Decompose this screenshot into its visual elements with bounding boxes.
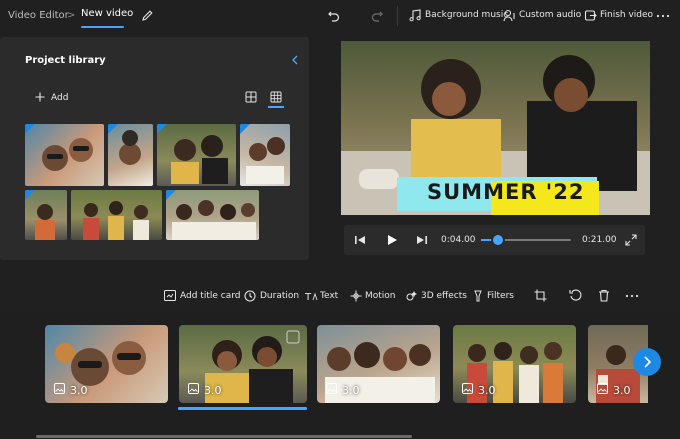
breadcrumb-root[interactable]: Video Editor [8,10,69,21]
project-name[interactable]: New video [81,8,133,19]
title-card-icon [164,290,176,301]
library-thumbnail[interactable] [240,124,290,186]
clip-duration-label: 3.0 [478,383,496,397]
in-use-marker [108,124,118,134]
large-grid-icon[interactable] [245,91,257,103]
library-thumbnail[interactable] [166,190,259,240]
next-frame-icon[interactable] [416,234,428,246]
music-icon [409,9,421,22]
clip-duration-label: 3.0 [204,383,222,397]
add-media-button[interactable]: Add [51,93,68,103]
total-time: 0:21.00 [582,235,617,245]
project-library-panel: Project library Add [0,37,309,260]
filters-icon [472,290,484,302]
add-title-card-button[interactable]: Add title card [180,291,240,301]
library-thumbnail[interactable] [25,124,104,186]
library-thumbnail[interactable] [108,124,153,186]
title-card-text: SUMMER '22 [427,180,585,204]
clock-icon [244,290,256,302]
breadcrumb-separator: > [67,10,76,21]
in-use-marker [240,124,250,134]
library-thumbnail[interactable] [71,190,162,240]
image-icon [462,383,473,397]
motion-icon [350,290,362,302]
library-title: Project library [25,55,106,66]
export-icon [584,9,597,22]
crop-icon[interactable] [534,289,547,302]
storyboard-clip[interactable]: 3.0 [45,325,168,403]
selected-clip-indicator [178,407,307,410]
clip-duration: 3.0 [54,383,88,397]
image-icon [54,383,65,397]
clip-duration: 3.0 [462,383,496,397]
scroll-next-button[interactable] [633,348,661,376]
seek-thumb[interactable] [493,235,504,245]
more-options-icon[interactable] [656,10,670,22]
storyboard-toolbar: Add title card Duration T Text Motion 3D… [0,282,680,310]
clip-duration-label: 3.0 [70,383,88,397]
library-thumbnail[interactable] [157,124,236,186]
fullscreen-icon[interactable] [625,234,637,246]
small-grid-icon[interactable] [270,91,282,103]
in-use-marker [25,190,35,200]
text-button[interactable]: Text [320,291,338,301]
3d-effects-icon [406,290,419,302]
toolbar-divider [397,6,398,26]
3d-effects-button[interactable]: 3D effects [421,291,467,301]
view-mode-indicator [268,106,284,108]
video-preview[interactable]: SUMMER '22 [341,41,650,215]
chevron-right-icon [642,353,652,372]
svg-text:T: T [305,292,312,302]
storyboard-scrollbar[interactable] [36,435,412,438]
seek-bar[interactable] [481,235,571,245]
clip-duration-label: 3.0 [342,383,360,397]
top-bar: Video Editor > New video Background musi… [0,0,680,34]
rotate-icon[interactable] [569,289,582,302]
custom-audio-icon [503,9,516,22]
motion-button[interactable]: Motion [365,291,396,301]
in-use-marker [166,190,176,200]
background-music-button[interactable]: Background music [425,10,508,20]
redo-icon[interactable] [370,9,384,23]
storyboard: 3.0 3.0 3.0 3.0 3.0 [0,313,680,439]
undo-icon[interactable] [327,9,341,23]
project-tab-indicator [81,26,124,28]
filters-button[interactable]: Filters [487,291,514,301]
library-thumbnail[interactable] [25,190,67,240]
previous-frame-icon[interactable] [354,234,366,246]
clip-duration: 3.0 [597,383,631,397]
storyboard-clip[interactable]: 3.0 [317,325,440,403]
pencil-icon[interactable] [141,9,154,22]
image-icon [597,383,608,397]
text-icon: T [305,290,318,302]
add-icon [35,92,45,102]
play-icon[interactable] [386,234,398,246]
custom-audio-button[interactable]: Custom audio [519,10,581,20]
collapse-chevron-icon[interactable] [291,55,299,65]
image-icon [188,383,199,397]
storyboard-clip-selected[interactable]: 3.0 [179,325,307,403]
duration-button[interactable]: Duration [260,291,299,301]
clip-duration-label: 3.0 [613,383,631,397]
image-icon [326,383,337,397]
clip-duration: 3.0 [326,383,360,397]
clip-duration: 3.0 [188,383,222,397]
storyboard-clip[interactable]: 3.0 [453,325,576,403]
delete-icon[interactable] [598,289,610,302]
finish-video-button[interactable]: Finish video [600,10,653,20]
current-time: 0:04.00 [441,235,476,245]
in-use-marker [157,124,167,134]
playback-controls: 0:04.00 0:21.00 [344,225,645,255]
storyboard-more-icon[interactable] [625,290,639,302]
in-use-marker [25,124,35,134]
